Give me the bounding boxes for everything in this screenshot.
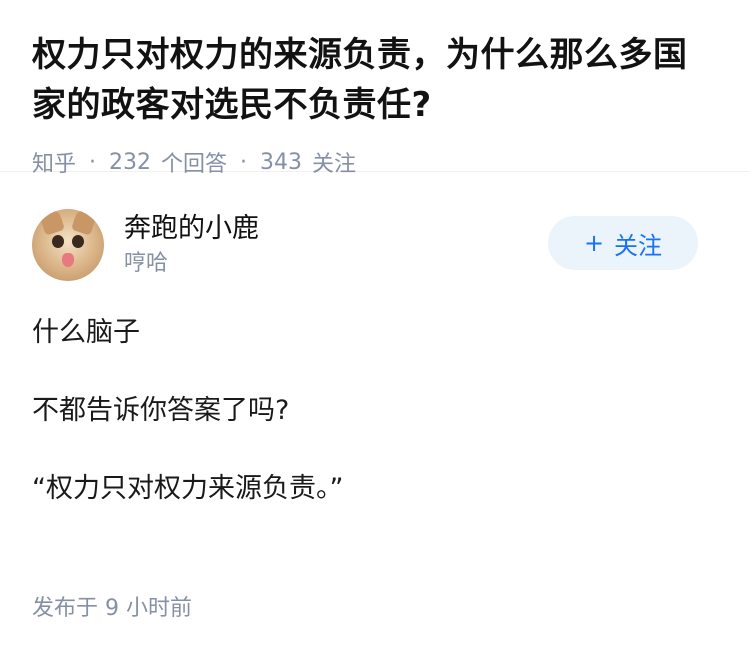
publish-info: 发布于 9 小时前 [32, 590, 192, 622]
avatar-cat-eye [72, 235, 84, 248]
question-title[interactable]: 权力只对权力的来源负责，为什么那么多国家的政客对选民不负责任? [32, 30, 718, 130]
author-info: 奔跑的小鹿 哼哈 [124, 211, 259, 279]
follow-count-label[interactable]: 关注 [312, 146, 356, 178]
answer-card: 奔跑的小鹿 哼哈 + 关注 什么脑子 不都告诉你答案了吗? “权力只对权力来源负… [0, 172, 750, 508]
separator-dot: · [240, 149, 248, 175]
answer-paragraph: “权力只对权力来源负责。” [32, 473, 344, 504]
avatar-cat-ear [39, 209, 65, 236]
follow-button[interactable]: + 关注 [548, 216, 698, 270]
published-label: 发布于 [32, 596, 99, 621]
avatar-cat-eye [52, 235, 64, 248]
avatar-cat-tongue [62, 253, 74, 267]
author-row: 奔跑的小鹿 哼哈 + 关注 [32, 206, 718, 284]
separator-dot: · [89, 149, 97, 175]
follow-button-label: 关注 [614, 231, 663, 260]
answer-paragraph: 什么脑子 [32, 317, 140, 348]
published-time: 9 小时前 [105, 596, 193, 621]
answer-paragraph: 不都告诉你答案了吗? [32, 395, 290, 426]
plus-icon: + [583, 229, 605, 257]
answer-content: 什么脑子 不都告诉你答案了吗? “权力只对权力来源负责。” [32, 314, 718, 508]
answer-count-label[interactable]: 个回答 [161, 146, 227, 178]
follow-count: 343 [260, 149, 303, 175]
answer-count: 232 [109, 149, 152, 175]
source-label[interactable]: 知乎 [32, 146, 76, 178]
question-header: 权力只对权力的来源负责，为什么那么多国家的政客对选民不负责任? 知乎 · 232… [0, 0, 750, 177]
author-name[interactable]: 奔跑的小鹿 [124, 211, 259, 247]
author-bio: 哼哈 [124, 251, 169, 276]
avatar-cat-ear [71, 209, 97, 236]
avatar[interactable] [32, 209, 104, 281]
